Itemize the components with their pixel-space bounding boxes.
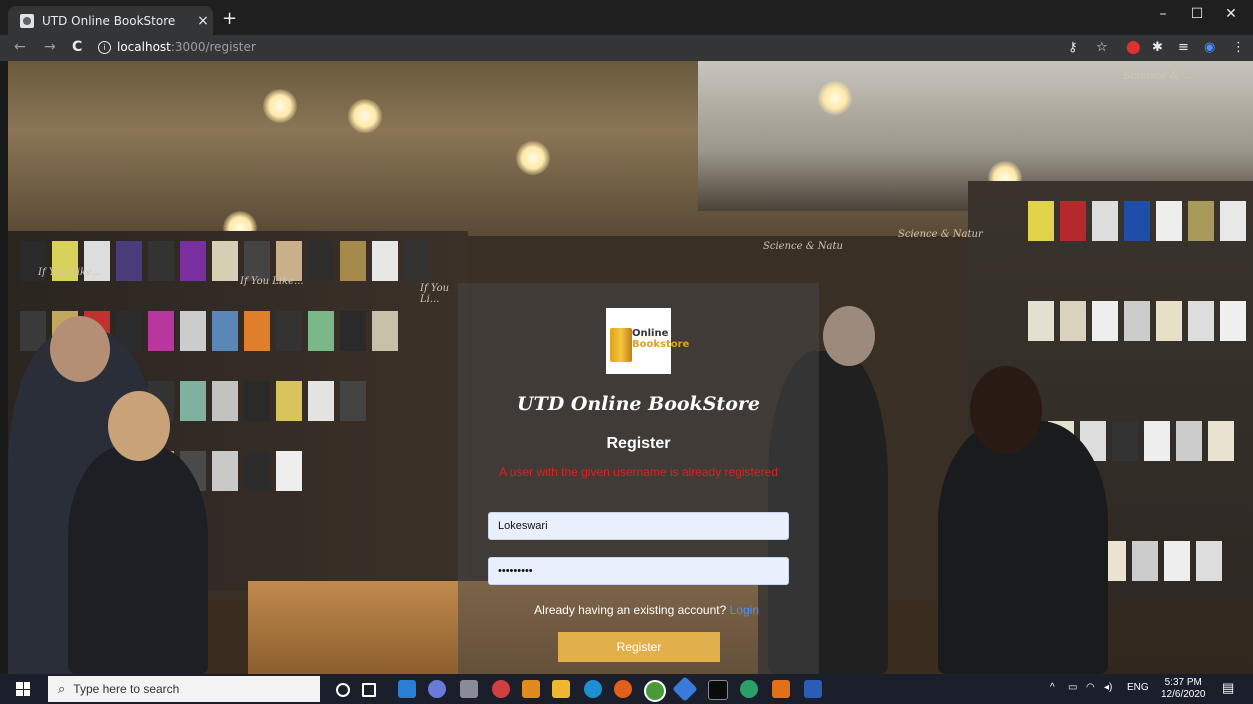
notifications-icon[interactable]: ▤ [1222,680,1234,696]
url-path: :3000/register [170,40,256,54]
background-person [938,421,1108,674]
bookstore-logo: Online Bookstore [606,308,689,374]
mail-app-icon[interactable] [398,680,416,698]
windows-start-icon[interactable] [16,682,30,696]
eclipse-app-icon[interactable] [522,680,540,698]
task-view-icon[interactable] [362,683,376,697]
firefox-icon[interactable] [614,680,632,698]
brand-title: UTD Online BookStore [517,393,760,415]
forward-button[interactable]: → [44,39,56,55]
browser-tab[interactable]: UTD Online BookStore × [8,6,213,35]
shelf-sign: Science & ... [1123,69,1194,82]
page-title: Register [606,435,671,452]
sublime-icon[interactable] [772,680,790,698]
windows-taskbar: ⌕ Type here to search ^ ▭ ◠ ◂) ENG 5:37 … [0,674,1253,704]
login-prompt-text: Already having an existing account? [534,603,727,617]
taskbar-search-input[interactable]: ⌕ Type here to search [48,676,320,702]
extension-shield-icon[interactable]: ⬤ [1126,40,1141,55]
word-icon[interactable] [804,680,822,698]
logo-text-online: Online [632,328,669,339]
close-window-button[interactable]: ✕ [1218,6,1244,22]
cortana-icon[interactable] [336,683,350,697]
logo-text-bookstore: Bookstore [632,339,690,350]
background-person-head [108,391,170,461]
extensions-puzzle-icon[interactable]: ✱ [1152,40,1163,55]
ceiling-lamp [818,81,852,115]
terminal-app-icon[interactable] [460,680,478,698]
site-favicon-icon [20,13,34,28]
chrome-icon[interactable] [644,680,666,702]
ceiling-lamp [263,89,297,123]
cmd-icon[interactable] [708,680,728,700]
ceiling-lamp [516,141,550,175]
key-icon[interactable]: ⚷ [1068,40,1078,55]
tray-chevron-icon[interactable]: ^ [1050,682,1055,693]
reading-list-icon[interactable]: ≡ [1178,40,1189,55]
new-tab-button[interactable]: + [222,8,237,29]
login-link[interactable]: Login [730,603,759,617]
file-explorer-icon[interactable] [552,680,570,698]
git-app-icon[interactable] [672,676,698,702]
shelf-sign: Science & Natu [763,241,843,252]
edge-browser-icon[interactable] [584,680,602,698]
browser-tab-strip: UTD Online BookStore × + – ☐ ✕ [0,0,1253,35]
app-green-icon[interactable] [740,680,758,698]
volume-icon[interactable]: ◂) [1104,682,1112,693]
back-button[interactable]: ← [14,39,26,55]
address-bar[interactable]: i localhost:3000/register [98,40,256,54]
shelf-sign: If You Like... [240,276,304,287]
battery-icon[interactable]: ▭ [1068,682,1077,693]
password-input[interactable] [488,557,789,585]
minimize-button[interactable]: – [1150,6,1176,22]
clock-date: 12/6/2020 [1161,689,1206,700]
web-app-icon[interactable] [492,680,510,698]
profile-avatar-icon[interactable]: ◉ [1204,40,1215,55]
background-person [68,446,208,674]
r-app-icon[interactable] [428,680,446,698]
error-message: A user with the given username is alread… [499,465,778,479]
browser-menu-icon[interactable]: ⋮ [1232,40,1245,55]
search-icon: ⌕ [58,681,66,696]
login-prompt: Already having an existing account? Logi… [458,603,819,617]
clock-time: 5:37 PM [1164,677,1202,688]
register-card: Online Bookstore UTD Online BookStore Re… [458,283,819,674]
site-info-icon[interactable]: i [98,40,111,54]
ceiling-lamp [348,99,382,133]
background-person-head [970,366,1042,454]
register-page: If You Like... If You Like... If You Li.… [8,61,1253,674]
shelf-sign: Science & Natur [898,229,983,240]
maximize-button[interactable]: ☐ [1184,6,1210,22]
tab-title: UTD Online BookStore [42,13,176,28]
background-person-head [823,306,875,366]
shelf-sign: If You Like... [38,267,102,278]
bookmark-star-icon[interactable]: ☆ [1096,40,1108,55]
register-button[interactable]: Register [558,632,720,662]
books-logo-icon [610,328,632,362]
url-host: localhost [117,40,171,54]
reload-button[interactable]: C [72,39,82,55]
taskbar-search-placeholder: Type here to search [73,682,180,696]
wifi-icon[interactable]: ◠ [1086,682,1095,693]
background-person-head [50,316,110,382]
language-indicator[interactable]: ENG [1127,682,1149,693]
system-clock[interactable]: 5:37 PM 12/6/2020 [1161,677,1206,701]
username-input[interactable] [488,512,789,540]
browser-toolbar: ← → C i localhost:3000/register ⚷ ☆ ⬤ ✱ … [0,35,1253,61]
tab-close-icon[interactable]: × [193,13,213,29]
